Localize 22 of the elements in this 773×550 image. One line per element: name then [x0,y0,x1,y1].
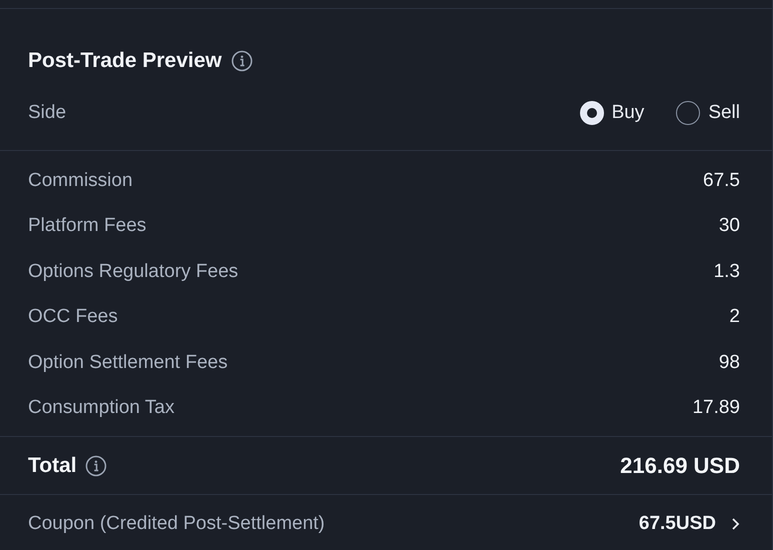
side-radio[interactable]: Buy [580,101,644,125]
info-icon[interactable] [84,454,107,476]
chevron-right-icon [730,517,740,531]
fee-value: 2 [729,306,740,328]
info-icon[interactable] [230,50,253,72]
coupon-row[interactable]: Coupon (Credited Post-Settlement) 67.5USD [0,495,772,550]
fee-value: 67.5 [703,170,740,192]
fee-value: 17.89 [692,397,740,420]
section-title: Post-Trade Preview [28,49,222,73]
fee-label: Options Regulatory Fees [28,260,238,283]
fee-value: 30 [718,215,740,238]
fee-label: Commission [28,170,133,192]
fee-value: 1.3 [714,260,740,283]
total-label: Total [28,454,77,478]
fee-label: Platform Fees [28,215,146,238]
fee-label: OCC Fees [28,306,118,328]
fee-value: 98 [718,352,740,374]
total-value: 216.69 USD [620,452,740,478]
fee-label: Option Settlement Fees [28,352,228,374]
fee-label: Consumption Tax [28,397,174,420]
side-label: Side [28,102,66,124]
side-radio[interactable]: Sell [676,101,740,125]
